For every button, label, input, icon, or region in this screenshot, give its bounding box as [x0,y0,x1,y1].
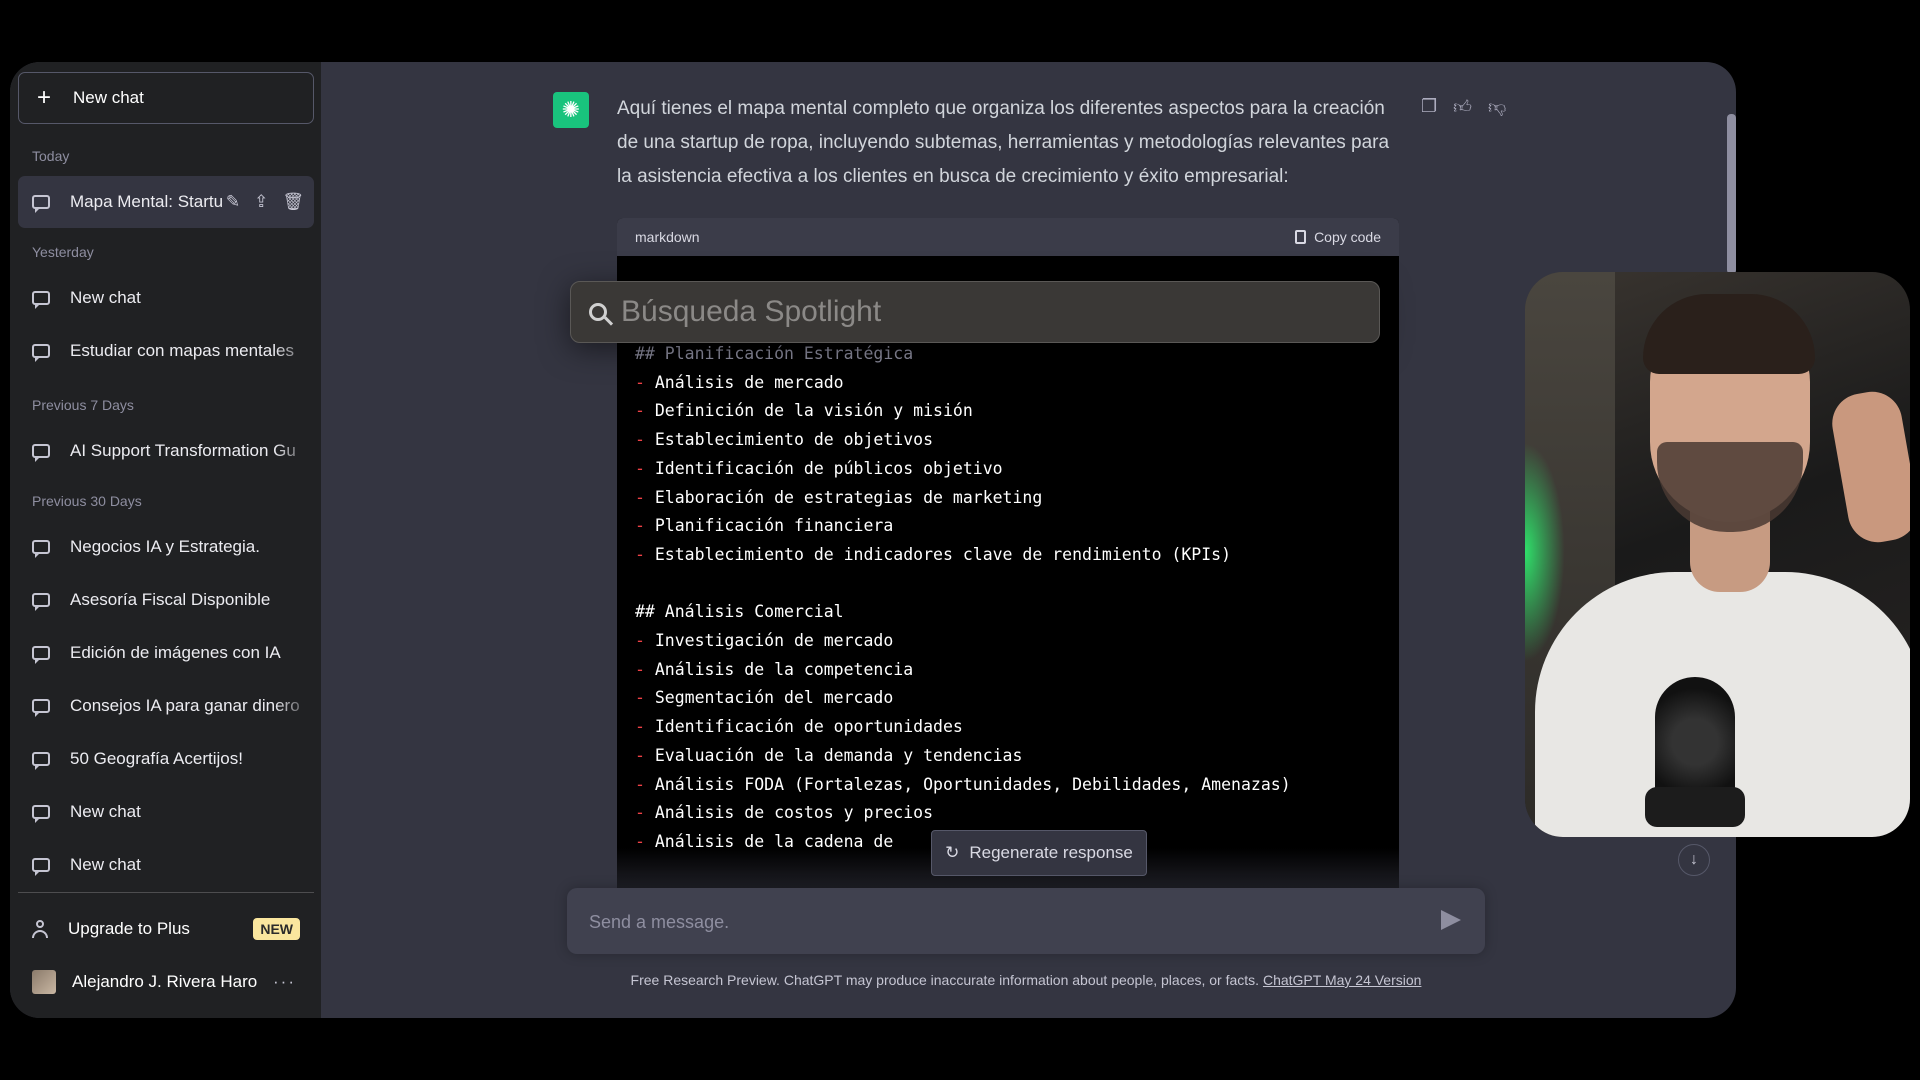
scrollbar[interactable] [1727,114,1736,274]
user-menu[interactable]: Alejandro J. Rivera Haro ··· [18,958,314,1006]
chat-bubble-icon [32,646,50,664]
scroll-down-button[interactable]: ↓ [1678,844,1710,876]
code-line: Identificación de públicos objetivo [654,458,1003,478]
sidebar-item-label: Asesoría Fiscal Disponible [70,590,271,609]
more-icon[interactable]: ··· [273,972,296,992]
footer-text: Free Research Preview. ChatGPT may produ… [630,972,1263,988]
code-line: Análisis de mercado [654,372,844,392]
chat-bubble-icon [32,858,50,876]
spotlight-search[interactable]: Búsqueda Spotlight [570,281,1380,343]
user-name: Alejandro J. Rivera Haro [72,972,258,991]
sidebar-divider [18,892,314,893]
upgrade-button[interactable]: Upgrade to Plus NEW [18,905,314,953]
send-icon[interactable] [1441,910,1461,930]
sidebar-item[interactable]: New chat [18,839,314,891]
section-yesterday: Yesterday [32,244,94,260]
code-heading: ## Análisis Comercial [635,602,844,622]
chat-bubble-icon [32,291,50,309]
code-line: Establecimiento de objetivos [654,430,934,450]
code-line: Elaboración de estrategias de marketing [654,487,1043,507]
upgrade-label: Upgrade to Plus [68,919,190,938]
chat-bubble-icon [32,444,50,462]
section-previous-30-days: Previous 30 Days [32,493,142,509]
regenerate-label: Regenerate response [969,843,1133,862]
sidebar-item[interactable]: Edición de imágenes con IA [18,627,314,679]
plus-icon: + [37,84,52,111]
copy-code-label: Copy code [1314,229,1381,245]
user-icon [32,920,48,938]
code-line: Evaluación de la demanda y tendencias [654,745,1023,765]
sidebar-item[interactable]: New chat [18,786,314,838]
new-chat-button[interactable]: + New chat [18,72,314,124]
sidebar-item-label: New chat [70,288,141,307]
code-line: Definición de la visión y misión [654,401,973,421]
chatgpt-logo-icon: ✺ [553,92,589,128]
chat-bubble-icon [32,540,50,558]
spotlight-placeholder: Búsqueda Spotlight [621,295,882,328]
sidebar-item-label: New chat [70,855,141,874]
sidebar-item[interactable]: 50 Geografía Acertijos! [18,733,314,785]
version-link[interactable]: ChatGPT May 24 Version [1263,972,1421,988]
code-heading: ## Planificación Estratégica [635,344,914,363]
copy-code-button[interactable]: Copy code [1295,229,1381,245]
share-icon[interactable]: ⇪ [254,192,268,212]
refresh-icon: ↻ [945,843,960,862]
sidebar-item[interactable]: AI Support Transformation Gu [18,425,314,477]
code-line: Segmentación del mercado [654,688,894,708]
sidebar-item[interactable]: Asesoría Fiscal Disponible [18,574,314,626]
chat-bubble-icon [32,593,50,611]
clipboard-icon [1295,230,1307,244]
assistant-message: Aquí tienes el mapa mental completo que … [617,98,1390,187]
code-line: Análisis FODA (Fortalezas, Oportunidades… [654,774,1291,794]
sidebar-item-label: Mapa Mental: Startu [70,192,224,211]
new-chat-label: New chat [73,88,144,107]
sidebar-item-active[interactable]: Mapa Mental: Startu ✎ ⇪ 🗑 [18,176,314,228]
message-input-box [567,888,1485,956]
new-badge: NEW [253,918,300,940]
code-line: Análisis de la competencia [654,659,914,679]
thumbs-up-icon[interactable]: 👍︎ [1453,96,1472,118]
code-line: Identificación de oportunidades [654,717,963,737]
clipboard-icon[interactable]: ❐ [1421,96,1437,118]
chat-bubble-icon [32,752,50,770]
code-line: Análisis de costos y precios [654,803,934,823]
code-header: markdown Copy code [617,218,1399,256]
chat-bubble-icon [32,195,50,213]
code-line: Planificación financiera [654,516,894,536]
code-line: Investigación de mercado [654,631,894,651]
section-today: Today [32,148,70,164]
regenerate-button[interactable]: ↻ Regenerate response [931,830,1147,876]
chat-main: ✺ Aquí tienes el mapa mental completo qu… [321,62,1736,1018]
chat-bubble-icon [32,344,50,362]
pencil-icon[interactable]: ✎ [226,192,240,212]
sidebar-item-label: 50 Geografía Acertijos! [70,749,243,768]
code-language: markdown [635,229,700,245]
sidebar-item-label: New chat [70,802,141,821]
chat-bubble-icon [32,699,50,717]
webcam-overlay [1525,272,1910,837]
message-input[interactable] [587,888,1411,956]
section-previous-7-days: Previous 7 Days [32,397,134,413]
chat-bubble-icon [32,805,50,823]
code-content: ## Planificación Estratégica - Análisis … [635,344,1291,851]
sidebar-item[interactable]: Consejos IA para ganar dinero [18,680,314,732]
sidebar-item[interactable]: New chat [18,272,314,324]
search-icon [589,303,607,321]
footer-note: Free Research Preview. ChatGPT may produ… [567,972,1485,988]
sidebar-item[interactable]: Estudiar con mapas mentales [18,325,314,377]
thumbs-down-icon[interactable]: 👎︎ [1488,96,1506,118]
sidebar-item[interactable]: Negocios IA y Estrategia. [18,521,314,573]
sidebar-item-label: Negocios IA y Estrategia. [70,537,260,556]
trash-icon[interactable]: 🗑 [282,192,304,212]
code-line: Establecimiento de indicadores clave de … [654,544,1232,564]
avatar [32,970,56,994]
message-actions: ❐ 👍︎ 👎︎ [1421,96,1506,118]
sidebar: + New chat Today Mapa Mental: Startu ✎ ⇪… [10,62,321,1018]
app-window: + New chat Today Mapa Mental: Startu ✎ ⇪… [10,62,1736,1018]
sidebar-item-label: Edición de imágenes con IA [70,643,281,662]
